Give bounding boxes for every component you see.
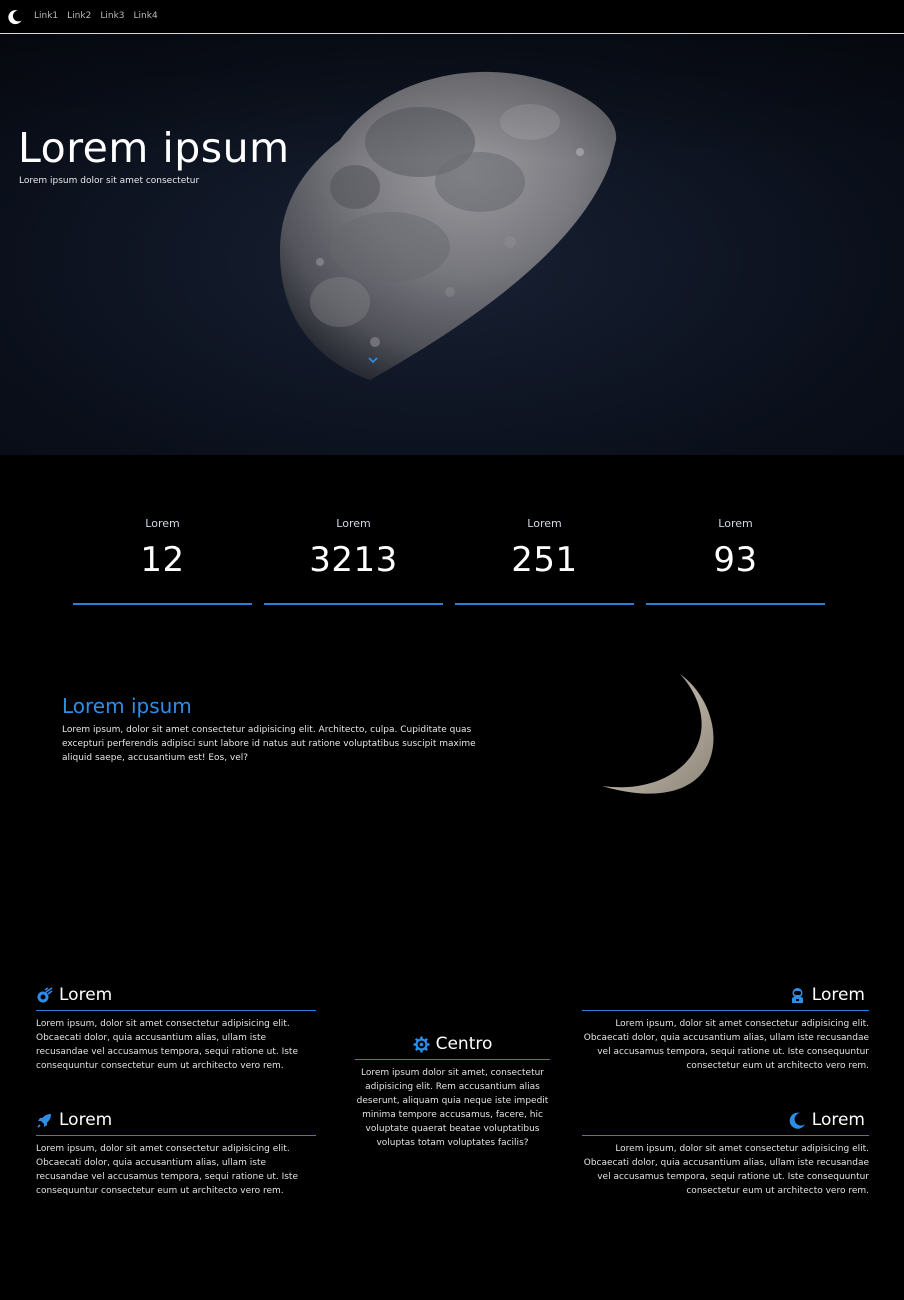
moon-icon — [789, 1112, 805, 1129]
feature-text: Lorem ipsum, dolor sit amet consectetur … — [583, 1019, 869, 1071]
about-text: Lorem ipsum, dolor sit amet consectetur … — [62, 725, 476, 763]
nav-link-3[interactable]: Link3 — [100, 11, 124, 21]
feature-text: Lorem ipsum dolor sit amet, consectetur … — [356, 1068, 549, 1148]
feature-center: Centro Lorem ipsum dolor sit amet, conse… — [355, 1031, 550, 1150]
top-navbar: Link1 Link2 Link3 Link4 — [0, 0, 904, 34]
feature-text: Lorem ipsum, dolor sit amet consectetur … — [583, 1144, 869, 1196]
stat-value: 251 — [511, 540, 578, 580]
gear-icon — [413, 1036, 430, 1052]
stat-value: 93 — [713, 540, 758, 580]
feature-header: Lorem — [582, 982, 869, 1011]
feature-title: Lorem — [811, 985, 865, 1005]
feature-bottom-right: Lorem Lorem ipsum, dolor sit amet consec… — [582, 1107, 869, 1198]
nav-link-1[interactable]: Link1 — [34, 11, 58, 21]
stat-card: Lorem 251 — [455, 517, 634, 605]
stat-label: Lorem — [527, 517, 562, 530]
feature-header: Lorem — [582, 1107, 869, 1136]
stats-row: Lorem 12 Lorem 3213 Lorem 251 Lorem 93 — [73, 517, 825, 605]
moon-icon[interactable] — [7, 9, 23, 25]
stat-label: Lorem — [145, 517, 180, 530]
hero-title: Lorem ipsum — [18, 124, 290, 172]
about-title: Lorem ipsum — [62, 694, 192, 718]
stat-card: Lorem 12 — [73, 517, 252, 605]
stat-value: 12 — [140, 540, 185, 580]
stat-card: Lorem 93 — [646, 517, 825, 605]
stat-card: Lorem 3213 — [264, 517, 443, 605]
stat-value: 3213 — [309, 540, 398, 580]
stat-label: Lorem — [718, 517, 753, 530]
meteor-icon — [37, 986, 53, 1002]
feature-bottom-left: Lorem Lorem ipsum, dolor sit amet consec… — [36, 1107, 316, 1198]
feature-title: Lorem — [59, 1110, 113, 1130]
feature-text: Lorem ipsum, dolor sit amet consectetur … — [36, 1019, 299, 1071]
feature-top-right: Lorem Lorem ipsum, dolor sit amet consec… — [582, 982, 869, 1073]
nav-link-2[interactable]: Link2 — [67, 11, 91, 21]
chevron-down-icon[interactable] — [368, 356, 378, 364]
feature-title: Lorem — [811, 1110, 865, 1130]
feature-header: Lorem — [36, 1107, 316, 1136]
astronaut-icon — [791, 987, 803, 1003]
feature-title: Centro — [435, 1034, 493, 1054]
crescent-moon-image — [602, 674, 714, 794]
feature-text: Lorem ipsum, dolor sit amet consectetur … — [36, 1144, 299, 1196]
nav-link-4[interactable]: Link4 — [134, 11, 158, 21]
feature-title: Lorem — [59, 985, 113, 1005]
rocket-icon — [37, 1113, 51, 1128]
feature-header: Centro — [355, 1031, 550, 1060]
hero-subtitle: Lorem ipsum dolor sit amet consectetur — [19, 176, 200, 186]
nav-links: Link1 Link2 Link3 Link4 — [34, 11, 158, 21]
feature-header: Lorem — [36, 982, 316, 1011]
feature-top-left: Lorem Lorem ipsum, dolor sit amet consec… — [36, 982, 316, 1073]
hero-section: Lorem ipsum Lorem ipsum dolor sit amet c… — [0, 34, 904, 455]
stat-label: Lorem — [336, 517, 371, 530]
moon-image — [280, 71, 617, 380]
